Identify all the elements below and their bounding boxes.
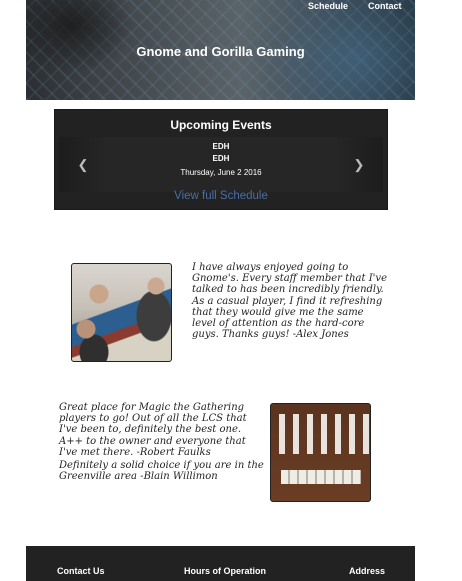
- site-title: Gnome and Gorilla Gaming: [136, 44, 305, 59]
- testimonial-quote: I have always enjoyed going to Gnome's. …: [192, 262, 387, 341]
- nav-schedule-link[interactable]: Schedule: [308, 1, 348, 11]
- testimonial-quote: Great place for Magic the Gathering play…: [59, 402, 247, 458]
- testimonial-photo-players: [71, 263, 172, 362]
- carousel-next-button[interactable]: ❯: [335, 137, 383, 192]
- upcoming-events-title: Upcoming Events: [170, 118, 272, 132]
- card-row: [281, 470, 361, 484]
- footer: Contact Us Hours of Operation Address: [26, 546, 415, 581]
- testimonial-quote: Definitely a solid choice if you are in …: [59, 460, 264, 483]
- upcoming-events-panel: Upcoming Events ❮ EDH EDH Thursday, June…: [54, 109, 388, 210]
- footer-hours-heading: Hours of Operation: [184, 566, 267, 576]
- footer-address-heading: Address: [349, 566, 386, 576]
- chevron-right-icon: ❯: [353, 156, 365, 172]
- header-banner: Schedule Contact Gnome and Gorilla Gamin…: [26, 0, 415, 100]
- nav-contact-link[interactable]: Contact: [368, 1, 402, 11]
- view-full-schedule-link[interactable]: View full Schedule: [55, 190, 387, 202]
- events-carousel: ❮ EDH EDH Thursday, June 2 2016 ❯: [59, 137, 383, 192]
- footer-contact-heading: Contact Us: [57, 566, 105, 576]
- testimonial-photo-cards: [270, 403, 371, 502]
